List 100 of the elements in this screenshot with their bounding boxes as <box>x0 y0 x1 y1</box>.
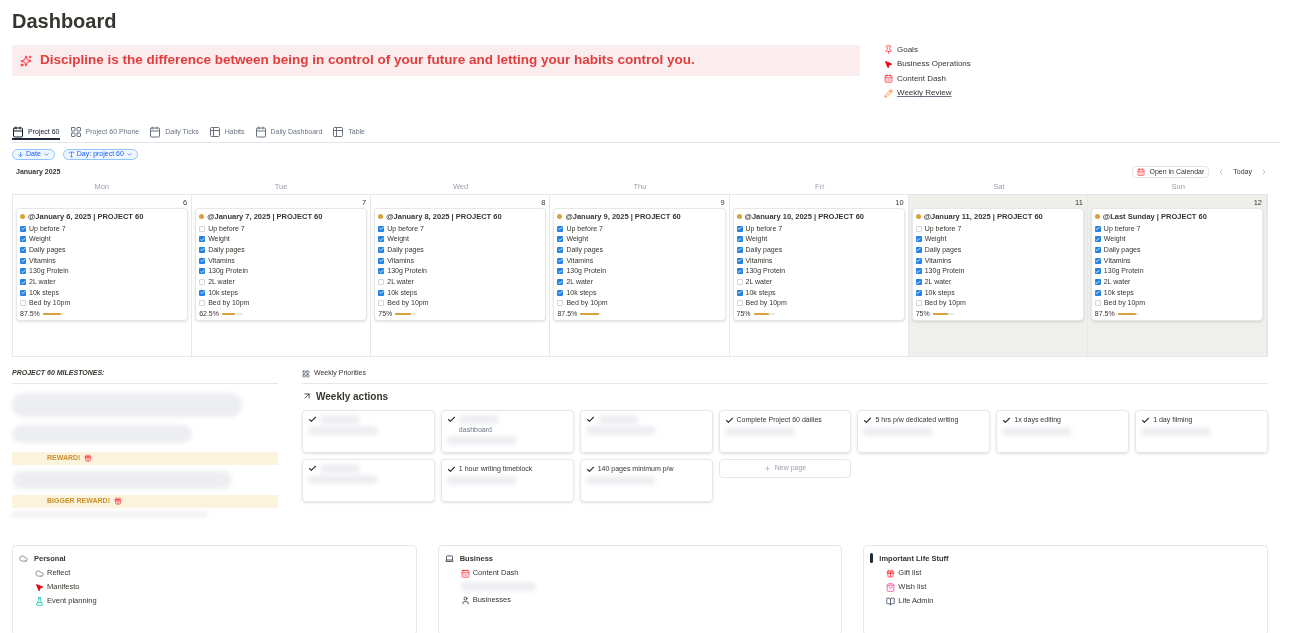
checkbox[interactable] <box>20 246 26 253</box>
checkbox[interactable] <box>378 289 385 296</box>
checkbox[interactable] <box>557 236 564 243</box>
checkbox[interactable] <box>199 236 206 243</box>
checkbox[interactable] <box>736 236 743 243</box>
checkbox[interactable] <box>20 300 26 307</box>
chevron-icon <box>125 151 133 158</box>
exclamation-icon <box>870 553 874 564</box>
check-icon <box>1141 415 1151 425</box>
calendar-icon <box>149 126 162 138</box>
checkbox[interactable] <box>1094 300 1101 307</box>
checkbox[interactable] <box>736 246 743 253</box>
checkbox[interactable] <box>915 246 922 253</box>
chevron-icon <box>42 151 50 158</box>
checkbox[interactable] <box>378 257 385 264</box>
checkbox[interactable] <box>1094 279 1101 286</box>
laptop-icon <box>444 553 454 563</box>
checkbox[interactable] <box>736 257 743 264</box>
checkbox[interactable] <box>199 268 206 275</box>
checkbox[interactable] <box>915 279 922 286</box>
cursor-icon <box>35 582 44 592</box>
calendar-icon <box>12 126 24 138</box>
calendar-icon <box>460 568 470 578</box>
checkbox[interactable] <box>199 289 206 296</box>
checkbox[interactable] <box>20 289 26 296</box>
grid-icon <box>69 126 82 138</box>
checkbox[interactable] <box>199 279 206 286</box>
check-icon <box>446 414 456 424</box>
checkbox[interactable] <box>915 289 922 296</box>
checkbox[interactable] <box>378 300 385 307</box>
check-icon <box>308 414 317 424</box>
checkbox[interactable] <box>557 246 564 253</box>
bag-icon <box>886 582 896 592</box>
check-icon <box>863 415 873 425</box>
checkbox[interactable] <box>557 289 564 296</box>
check-icon <box>1002 415 1012 425</box>
flask-icon <box>35 596 44 606</box>
checkbox[interactable] <box>378 279 385 286</box>
table-icon <box>332 126 345 138</box>
checkbox[interactable] <box>20 279 26 286</box>
gift-icon <box>886 568 896 578</box>
checkbox[interactable] <box>378 246 385 253</box>
checkbox[interactable] <box>557 257 564 264</box>
checkbox[interactable] <box>557 268 564 275</box>
checkbox[interactable] <box>1094 289 1101 296</box>
sparkle-icon <box>20 54 32 67</box>
checkbox[interactable] <box>199 225 206 232</box>
pencil-icon <box>884 88 893 98</box>
checkbox[interactable] <box>1094 246 1101 253</box>
checkbox[interactable] <box>378 268 385 275</box>
checkbox[interactable] <box>1094 236 1101 243</box>
grid-icon <box>302 369 310 378</box>
link-text: Content Dash <box>897 72 946 85</box>
section-heading: Weekly actions <box>316 389 389 404</box>
checkbox[interactable] <box>736 289 743 296</box>
link-text: Weekly Review <box>897 87 952 100</box>
quote-text: Discipline is the difference between being in control of your future and letting your habits control you. <box>40 51 695 70</box>
check-icon <box>585 464 595 474</box>
checkbox[interactable] <box>915 225 922 232</box>
check-icon <box>585 414 595 424</box>
link-text: Goals <box>897 43 918 56</box>
page-title: Dashboard <box>12 9 117 34</box>
book-icon <box>886 596 896 606</box>
checkbox[interactable] <box>736 279 743 286</box>
checkbox[interactable] <box>915 257 922 264</box>
check-icon <box>446 464 456 474</box>
gift-icon <box>114 497 122 506</box>
checkbox[interactable] <box>20 257 26 264</box>
checkbox[interactable] <box>736 268 743 275</box>
checkbox[interactable] <box>378 236 385 243</box>
checkbox[interactable] <box>915 268 922 275</box>
calendar-icon <box>884 74 893 84</box>
plus-icon <box>763 464 771 472</box>
pin-icon <box>884 45 893 55</box>
checkbox[interactable] <box>1094 268 1101 275</box>
checkbox[interactable] <box>1094 257 1101 264</box>
text-icon <box>67 151 75 158</box>
checkbox[interactable] <box>736 300 743 307</box>
cursor-icon <box>884 59 893 69</box>
check-icon <box>724 415 734 425</box>
page-link[interactable]: Goals <box>884 44 971 56</box>
page-link[interactable]: Business Operations <box>884 58 971 70</box>
checkbox[interactable] <box>557 279 564 286</box>
link-text: Business Operations <box>897 58 971 71</box>
checkbox[interactable] <box>20 236 26 243</box>
checkbox[interactable] <box>199 257 206 264</box>
page-link[interactable]: Weekly Review <box>884 87 971 99</box>
checkbox[interactable] <box>199 246 206 253</box>
checkbox[interactable] <box>915 236 922 243</box>
calendar-icon <box>254 126 267 138</box>
checkbox[interactable] <box>199 300 206 307</box>
checkbox[interactable] <box>20 268 26 275</box>
arrow-icon <box>302 391 312 402</box>
check-icon <box>308 463 317 473</box>
checkbox[interactable] <box>557 300 564 307</box>
calendar-icon <box>1137 168 1146 176</box>
page-link[interactable]: Content Dash <box>884 73 971 85</box>
checkbox[interactable] <box>915 300 922 307</box>
arrow-down-icon <box>17 151 24 158</box>
table-icon <box>208 126 221 138</box>
